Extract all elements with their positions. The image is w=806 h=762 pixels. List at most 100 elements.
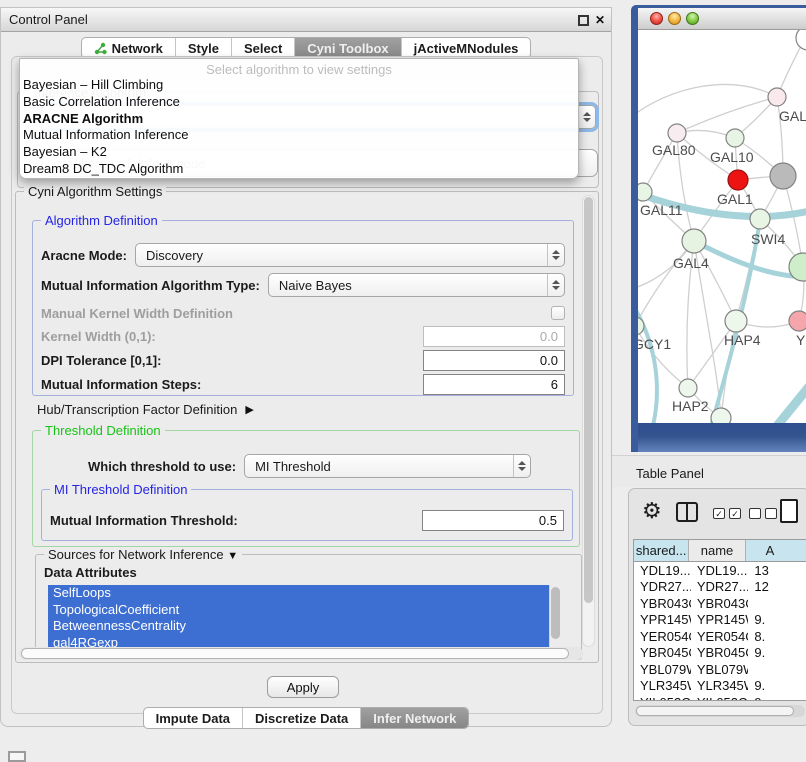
- table-cell: YER054C: [634, 628, 691, 645]
- table-horizontal-scrollbar[interactable]: [635, 705, 805, 717]
- close-icon[interactable]: ✕: [595, 13, 605, 27]
- table-row[interactable]: YBR045CYBR045C9.: [634, 645, 806, 662]
- table-cell: [748, 661, 806, 678]
- mi-algorithm-type-select[interactable]: Naive Bayes: [268, 273, 565, 297]
- settings-vertical-scrollbar[interactable]: [582, 195, 595, 647]
- bottom-tab-discretize-data[interactable]: Discretize Data: [242, 708, 360, 728]
- table-header-cell[interactable]: shared...: [634, 540, 689, 561]
- algorithm-option[interactable]: Mutual Information Inference: [20, 127, 578, 144]
- deselect-all-checkbox-icon[interactable]: [749, 508, 761, 519]
- select-all-checkbox-icon[interactable]: ✓: [713, 508, 725, 519]
- algorithm-option[interactable]: Bayesian – K2: [20, 144, 578, 161]
- table-row[interactable]: YPR145WYPR145W9.: [634, 612, 806, 629]
- attribute-list-item[interactable]: BetweennessCentrality: [48, 618, 562, 635]
- top-tab-jactivemnodules[interactable]: jActiveMNodules: [401, 38, 531, 58]
- table-cell: YDR27...: [634, 579, 691, 596]
- top-tab-label: jActiveMNodules: [414, 41, 519, 56]
- threshold-definition-title: Threshold Definition: [41, 423, 165, 438]
- network-canvas[interactable]: GALGAL80GAL10GAL1GAL11SWI4GAL4GCY1HAP4YH…: [638, 30, 806, 423]
- zoom-traffic-icon[interactable]: [686, 12, 699, 25]
- mi-threshold-field[interactable]: 0.5: [422, 510, 564, 531]
- kernel-width-field[interactable]: 0.0: [423, 326, 565, 347]
- table-header-cell[interactable]: A: [746, 540, 806, 561]
- graph-node[interactable]: [668, 124, 686, 142]
- top-tab-select[interactable]: Select: [231, 38, 294, 58]
- table-cell: YIL052C: [634, 694, 691, 701]
- sources-group: Sources for Network Inference ▼ Data Att…: [35, 554, 582, 660]
- graph-node[interactable]: [711, 408, 731, 423]
- table-cell: YBL079W: [634, 661, 691, 678]
- which-threshold-label: Which threshold to use:: [88, 459, 236, 474]
- graph-node[interactable]: [796, 30, 806, 50]
- graph-node-label: GAL4: [673, 255, 709, 271]
- hub-expander[interactable]: Hub/Transcription Factor Definition ▶: [37, 400, 254, 418]
- graph-node[interactable]: [725, 310, 747, 332]
- close-traffic-icon[interactable]: [650, 12, 663, 25]
- algorithm-option[interactable]: Dream8 DC_TDC Algorithm: [20, 161, 578, 178]
- attribute-list-item[interactable]: TopologicalCoefficient: [48, 602, 562, 619]
- table-row[interactable]: YLR345WYLR345W9.: [634, 678, 806, 695]
- gear-icon[interactable]: ⚙: [642, 498, 662, 524]
- table-cell: 9.: [748, 678, 806, 695]
- select-all-checkbox-icon[interactable]: ✓: [729, 508, 741, 519]
- network-icon: [94, 42, 107, 55]
- graph-node[interactable]: [726, 129, 744, 147]
- graph-node[interactable]: [789, 311, 806, 331]
- deselect-all-checkbox-icon[interactable]: [765, 508, 777, 519]
- dropdown-prompt: Select algorithm to view settings: [20, 59, 578, 77]
- algorithm-option[interactable]: Bayesian – Hill Climbing: [20, 77, 578, 94]
- minimize-traffic-icon[interactable]: [668, 12, 681, 25]
- algorithm-option[interactable]: ARACNE Algorithm: [20, 111, 578, 128]
- graph-node[interactable]: [768, 88, 786, 106]
- mi-steps-field[interactable]: 6: [423, 374, 565, 395]
- top-tab-network[interactable]: Network: [82, 38, 175, 58]
- dropdown-items: Bayesian – Hill ClimbingBasic Correlatio…: [20, 77, 578, 178]
- algorithm-option[interactable]: Basic Correlation Inference: [20, 94, 578, 111]
- graph-node[interactable]: [728, 170, 748, 190]
- table-header-cell[interactable]: name: [689, 540, 745, 561]
- graph-node-label: GAL10: [710, 149, 754, 165]
- graph-node[interactable]: [679, 379, 697, 397]
- data-attributes-list[interactable]: SelfLoopsTopologicalCoefficientBetweenne…: [48, 585, 562, 651]
- bottom-tab-infer-network[interactable]: Infer Network: [360, 708, 468, 728]
- algorithm-definition-group: Algorithm Definition Aracne Mode: Discov…: [32, 220, 574, 396]
- combo-stepper-icon: [547, 274, 564, 296]
- graph-node[interactable]: [682, 229, 706, 253]
- top-tab-cyni-toolbox[interactable]: Cyni Toolbox: [294, 38, 400, 58]
- table-row[interactable]: YER054CYER054C8.: [634, 628, 806, 645]
- mi-threshold-definition-title: MI Threshold Definition: [50, 482, 191, 497]
- mi-threshold-definition-group: MI Threshold Definition Mutual Informati…: [41, 489, 573, 541]
- table-cell: YDL19...: [691, 562, 749, 579]
- dpi-tolerance-field[interactable]: 0.0: [423, 350, 565, 371]
- apply-button[interactable]: Apply: [267, 676, 339, 698]
- data-attributes-label: Data Attributes: [44, 565, 137, 580]
- table-row[interactable]: YBL079WYBL079W: [634, 661, 806, 678]
- graph-node[interactable]: [638, 317, 644, 335]
- graph-node[interactable]: [638, 183, 652, 201]
- aracne-mode-select[interactable]: Discovery: [135, 243, 565, 267]
- sources-group-title: Sources for Network Inference ▼: [44, 547, 242, 562]
- manual-kernel-width-checkbox[interactable]: [551, 306, 565, 320]
- network-window-titlebar[interactable]: [638, 8, 806, 30]
- document-icon[interactable]: [780, 499, 798, 523]
- table-row[interactable]: YDL19...YDL19...13: [634, 562, 806, 579]
- bottom-tab-label: Infer Network: [373, 711, 456, 726]
- which-threshold-select[interactable]: MI Threshold: [244, 454, 531, 478]
- table-row[interactable]: YIL052CYIL052C9: [634, 694, 806, 701]
- graph-node[interactable]: [750, 209, 770, 229]
- attribute-list-item[interactable]: SelfLoops: [48, 585, 562, 602]
- table-row[interactable]: YBR043CYBR043C: [634, 595, 806, 612]
- float-window-icon[interactable]: [578, 15, 589, 26]
- list-scrollbar[interactable]: [549, 585, 562, 651]
- graph-edge-highlighted: [772, 378, 806, 423]
- table-row[interactable]: YDR27...YDR27...12: [634, 579, 806, 596]
- combo-stepper-icon: [513, 455, 530, 477]
- settings-horizontal-scrollbar[interactable]: [19, 647, 583, 660]
- graph-node[interactable]: [770, 163, 796, 189]
- threshold-definition-group: Threshold Definition Which threshold to …: [32, 430, 580, 547]
- bottom-tab-impute-data[interactable]: Impute Data: [144, 708, 242, 728]
- column-layout-icon[interactable]: [676, 502, 698, 522]
- top-tab-style[interactable]: Style: [175, 38, 231, 58]
- graph-edge-highlighted: [638, 290, 657, 423]
- screen: Control Panel ✕ NetworkStyleSelectCyni T…: [0, 0, 806, 762]
